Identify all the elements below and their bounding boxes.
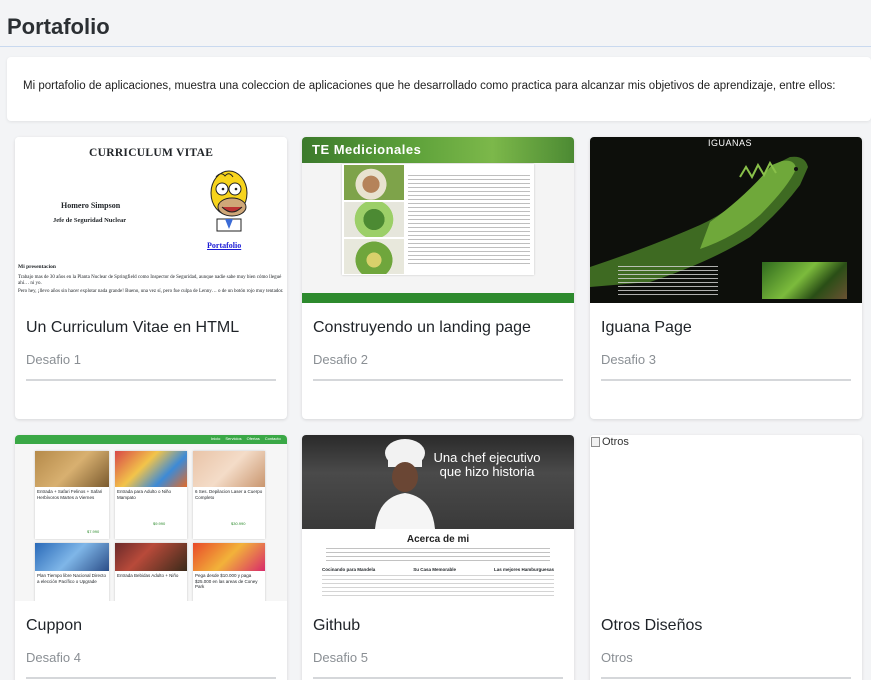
thumb-nav-link: Servicios (225, 436, 242, 441)
project-card-curriculum[interactable]: CURRICULUM VITAE Homero Simpson Jefe de … (15, 137, 287, 419)
card-subtitle: Desafio 4 (26, 650, 81, 665)
card-title[interactable]: Un Curriculum Vitae en HTML (26, 319, 239, 337)
card-subtitle: Otros (601, 650, 633, 665)
project-card-otros[interactable]: Otros Otros Diseños Otros (590, 435, 862, 680)
project-thumbnail-landing: TE Medicionales (302, 137, 574, 303)
thumb-section: Mi presentacion (18, 264, 56, 270)
deal-image (115, 543, 187, 571)
thumb-feature: Cocinando para Mandela (322, 567, 376, 572)
card-subtitle: Desafio 5 (313, 650, 368, 665)
deal-card: Entrada Bebidas Adulto + Niño (115, 543, 187, 601)
deal-image (35, 543, 109, 571)
tea-image-1 (344, 165, 404, 200)
card-title[interactable]: Cuppon (26, 617, 82, 635)
project-thumbnail-cuppon: Inicio Servicios Ofertas Contacto Entrad… (15, 435, 287, 601)
thumb-text-lines (326, 548, 550, 562)
deal-card: 6 Ses. Depilacion Laser a Cuerpo Complet… (193, 451, 265, 539)
project-thumbnail-otros: Otros (590, 435, 862, 601)
card-subtitle: Desafio 1 (26, 352, 81, 367)
broken-image: Otros (591, 436, 629, 448)
deal-card: Pega desde $10.000 y paga $25.000 en las… (193, 543, 265, 601)
intro-panel: Mi portafolio de aplicaciones, muestra u… (7, 57, 871, 121)
deal-price: $30.990 (231, 521, 246, 526)
deal-image (115, 451, 187, 487)
thumb-heading: CURRICULUM VITAE (89, 147, 214, 159)
deal-price: $7.990 (87, 529, 100, 534)
project-thumbnail-iguana: IGUANAS (590, 137, 862, 303)
deal-image (193, 543, 265, 571)
deal-image (35, 451, 109, 487)
thumb-feature-text (322, 575, 554, 599)
project-thumbnail-github: Una chef ejecutivo que hizo historia Ace… (302, 435, 574, 601)
deal-card: Entrada + Safari Felinos + Safari Herbív… (35, 451, 109, 539)
homer-portrait-icon (210, 170, 248, 232)
card-title[interactable]: Otros Diseños (601, 617, 702, 635)
intro-text: Mi portafolio de aplicaciones, muestra u… (23, 80, 836, 92)
project-thumbnail-curriculum: CURRICULUM VITAE Homero Simpson Jefe de … (15, 137, 287, 303)
project-card-cuppon[interactable]: Inicio Servicios Ofertas Contacto Entrad… (15, 435, 287, 680)
iguana-small-image (762, 262, 847, 299)
deal-text: Entrada para Adulto o Niño Mampato (117, 489, 172, 500)
thumb-section: Acerca de mi (406, 534, 470, 545)
project-card-github[interactable]: Una chef ejecutivo que hizo historia Ace… (302, 435, 574, 680)
thumb-text-1: Trabajo mas de 30 años en la Planta Nucl… (18, 275, 282, 286)
thumb-heading: TE Medicionales (312, 142, 422, 157)
card-divider (313, 677, 563, 679)
thumb-name: Homero Simpson (61, 201, 121, 210)
deal-text: Entrada + Safari Felinos + Safari Herbív… (37, 489, 103, 500)
tea-image-2 (344, 202, 404, 237)
thumb-nav-link: Contacto (264, 436, 281, 441)
thumb-text-lines (408, 175, 530, 267)
thumb-nav-link: Inicio (211, 436, 221, 441)
thumb-feature: Su Casa Memorable (413, 567, 456, 572)
project-card-landing[interactable]: TE Medicionales Construyendo un landing … (302, 137, 574, 419)
thumb-role: Jefe de Seguridad Nuclear (53, 217, 127, 224)
card-subtitle: Desafio 2 (313, 352, 368, 367)
image-alt-text: Otros (602, 436, 629, 448)
deal-text: Plan Tiempo libre Nacional Directo a ele… (37, 573, 107, 584)
thumb-text-2: Pero hey, ¡llevo años sin hacer explotar… (18, 289, 284, 294)
thumb-banner: Una chef ejecutivo que hizo historia (433, 450, 541, 479)
broken-image-icon (591, 437, 600, 447)
thumb-features: Cocinando para Mandela Su Casa Memorable… (322, 567, 554, 572)
thumb-footer (302, 293, 574, 303)
deal-price: $9.990 (153, 521, 166, 526)
tea-image-3 (344, 239, 404, 274)
card-title[interactable]: Construyendo un landing page (313, 319, 531, 337)
card-divider (26, 379, 276, 381)
thumb-feature: Las mejores Hamburguesas (493, 567, 554, 572)
portfolio-page: Portafolio Mi portafolio de aplicaciones… (0, 0, 871, 680)
card-divider (313, 379, 563, 381)
card-divider (601, 677, 851, 679)
thumb-nav-links: Inicio Servicios Ofertas Contacto (211, 436, 281, 441)
deal-image (193, 451, 265, 487)
card-divider (26, 677, 276, 679)
card-title[interactable]: Iguana Page (601, 319, 692, 337)
card-divider (601, 379, 851, 381)
deal-text: Entrada Bebidas Adulto + Niño (117, 573, 179, 578)
thumb-text-block (618, 266, 718, 296)
thumb-nav-link: Ofertas (246, 436, 260, 441)
page-title: Portafolio (7, 14, 110, 39)
deal-text: 6 Ses. Depilacion Laser a Cuerpo Complet… (195, 489, 263, 500)
card-subtitle: Desafio 3 (601, 352, 656, 367)
deal-card: Plan Tiempo libre Nacional Directo a ele… (35, 543, 109, 601)
card-title[interactable]: Github (313, 617, 360, 635)
page-header: Portafolio (0, 0, 871, 47)
deal-card: Entrada para Adulto o Niño Mampato $9.99… (115, 451, 187, 539)
project-card-iguana[interactable]: IGUANAS Iguana Page Desafio 3 (590, 137, 862, 419)
deal-text: Pega desde $10.000 y paga $25.000 en las… (195, 573, 258, 589)
thumb-link: Portafolio (207, 241, 242, 250)
